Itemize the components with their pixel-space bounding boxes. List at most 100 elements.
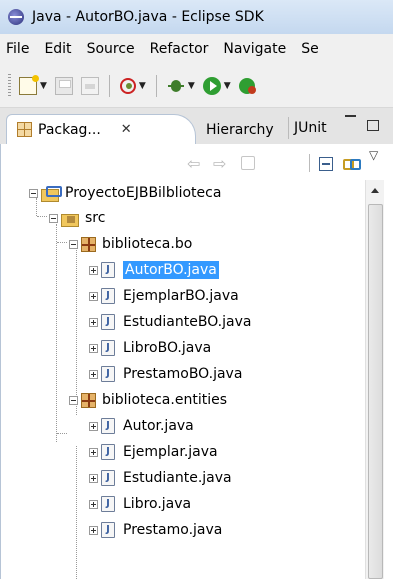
toolbar-separator	[155, 74, 157, 97]
scrollbar-thumb[interactable]	[368, 204, 383, 579]
tree-item-file[interactable]: J Ejemplar.java	[89, 439, 218, 465]
expand-icon[interactable]	[89, 317, 98, 327]
expand-icon[interactable]	[89, 265, 98, 275]
close-icon[interactable]: ✕	[121, 122, 132, 137]
debug-button[interactable]: ▼	[167, 77, 195, 95]
external-tools-button[interactable]	[238, 77, 256, 94]
menu-file[interactable]: File	[0, 41, 37, 57]
new-button[interactable]: ▼	[19, 74, 47, 95]
tree-item-file[interactable]: J PrestamoBO.java	[89, 361, 242, 387]
expand-icon[interactable]	[89, 369, 98, 379]
expand-icon[interactable]	[89, 525, 98, 535]
file-label: EjemplarBO.java	[123, 288, 239, 304]
package-explorer-view: Packag... ✕ Hierarchy JUnit ⇦ ⇨ ▽ Proyec…	[0, 108, 393, 579]
file-label: EstudianteBO.java	[123, 314, 252, 330]
view-toolbar: ⇦ ⇨ ▽	[0, 144, 393, 180]
collapse-icon[interactable]	[69, 395, 78, 405]
source-folder-icon	[61, 211, 79, 227]
tree-item-file[interactable]: J Libro.java	[89, 491, 191, 517]
tree-item-package[interactable]: biblioteca.entities	[69, 387, 227, 413]
up-folder-icon[interactable]	[241, 156, 255, 170]
external-tools-icon	[238, 77, 256, 94]
link-with-editor-icon[interactable]	[343, 156, 361, 170]
collapse-icon[interactable]	[29, 188, 38, 198]
maximize-icon[interactable]	[367, 120, 379, 131]
toolbar-grip[interactable]	[8, 73, 11, 98]
menu-source[interactable]: Source	[80, 41, 143, 57]
tree-item-file[interactable]: J EjemplarBO.java	[89, 283, 239, 309]
tree-item-project[interactable]: ProyectoEJBBilblioteca	[29, 180, 221, 206]
java-file-icon: J	[101, 340, 115, 356]
menu-search[interactable]: Se	[294, 41, 327, 57]
debug-dropdown-arrow-icon[interactable]: ▼	[139, 81, 146, 91]
menu-bar: File Edit Source Refactor Navigate Se	[0, 34, 393, 64]
back-arrow-icon[interactable]: ⇦	[187, 154, 200, 173]
menu-navigate[interactable]: Navigate	[216, 41, 294, 57]
expand-icon[interactable]	[89, 343, 98, 353]
tree-item-file[interactable]: J Estudiante.java	[89, 465, 232, 491]
menu-edit[interactable]: Edit	[37, 41, 79, 57]
toggle-breakpoint-button[interactable]: ▼	[119, 77, 146, 94]
java-file-icon: J	[101, 288, 115, 304]
java-file-icon: J	[101, 418, 115, 434]
file-label: Libro.java	[123, 496, 192, 512]
file-label: Prestamo.java	[123, 522, 223, 538]
title-bar: Java - AutorBO.java - Eclipse SDK	[0, 0, 393, 34]
java-file-icon: J	[101, 314, 115, 330]
expand-icon[interactable]	[89, 447, 98, 457]
new-dropdown-arrow-icon[interactable]: ▼	[40, 81, 47, 91]
run-button[interactable]: ▼	[202, 76, 231, 95]
file-label: PrestamoBO.java	[123, 366, 243, 382]
vertical-scrollbar[interactable]	[365, 180, 384, 579]
print-button[interactable]	[80, 76, 99, 95]
file-label: Estudiante.java	[123, 470, 232, 486]
collapse-icon[interactable]	[49, 213, 58, 223]
collapse-icon[interactable]	[69, 239, 78, 249]
java-file-icon: J	[101, 522, 115, 538]
package-label: biblioteca.bo	[102, 236, 193, 252]
minimize-icon[interactable]	[345, 115, 356, 117]
package-icon	[81, 392, 96, 408]
expand-icon[interactable]	[89, 499, 98, 509]
file-label: Autor.java	[123, 418, 194, 434]
debug-perspective-icon	[119, 77, 136, 94]
debug-run-dropdown-arrow-icon[interactable]: ▼	[188, 81, 195, 91]
forward-arrow-icon[interactable]: ⇨	[213, 154, 226, 173]
view-menu-icon[interactable]: ▽	[369, 148, 378, 162]
tab-junit[interactable]: JUnit	[288, 117, 327, 139]
toolbar-separator	[108, 74, 110, 97]
expand-icon[interactable]	[89, 291, 98, 301]
tree-item-file[interactable]: J Autor.java	[89, 413, 194, 439]
view-toolbar-separator	[309, 154, 310, 172]
java-file-icon: J	[101, 496, 115, 512]
java-file-icon: J	[101, 444, 115, 460]
src-label: src	[85, 210, 106, 226]
file-label: Ejemplar.java	[123, 444, 218, 460]
window-title: Java - AutorBO.java - Eclipse SDK	[32, 9, 264, 25]
file-label: LibroBO.java	[123, 340, 212, 356]
tab-package-explorer[interactable]: Packag... ✕	[6, 114, 196, 144]
file-label-selected: AutorBO.java	[123, 261, 219, 279]
menu-refactor[interactable]: Refactor	[143, 41, 217, 57]
expand-icon[interactable]	[89, 473, 98, 483]
project-label: ProyectoEJBBilblioteca	[65, 185, 222, 201]
run-dropdown-arrow-icon[interactable]: ▼	[224, 81, 231, 91]
java-file-icon: J	[101, 366, 115, 382]
collapse-all-icon[interactable]	[319, 157, 333, 171]
expand-icon[interactable]	[89, 421, 98, 431]
view-tab-row: Packag... ✕ Hierarchy JUnit	[0, 108, 393, 144]
java-project-icon	[41, 185, 62, 202]
tree-item-file[interactable]: J Prestamo.java	[89, 517, 222, 543]
package-tree: ProyectoEJBBilblioteca src biblioteca.bo…	[0, 180, 393, 579]
tree-item-file[interactable]: J AutorBO.java	[89, 257, 219, 283]
package-icon	[81, 236, 96, 252]
scroll-up-arrow-icon[interactable]	[371, 188, 379, 193]
tab-package-explorer-label: Packag...	[38, 121, 101, 138]
tree-item-package[interactable]: biblioteca.bo	[69, 231, 192, 257]
tab-hierarchy[interactable]: Hierarchy	[206, 122, 274, 138]
save-button[interactable]	[54, 76, 73, 95]
tree-item-file[interactable]: J EstudianteBO.java	[89, 309, 251, 335]
main-toolbar: ▼ ▼ ▼ ▼	[0, 64, 393, 108]
tree-item-src[interactable]: src	[49, 205, 105, 231]
tree-item-file[interactable]: J LibroBO.java	[89, 335, 211, 361]
